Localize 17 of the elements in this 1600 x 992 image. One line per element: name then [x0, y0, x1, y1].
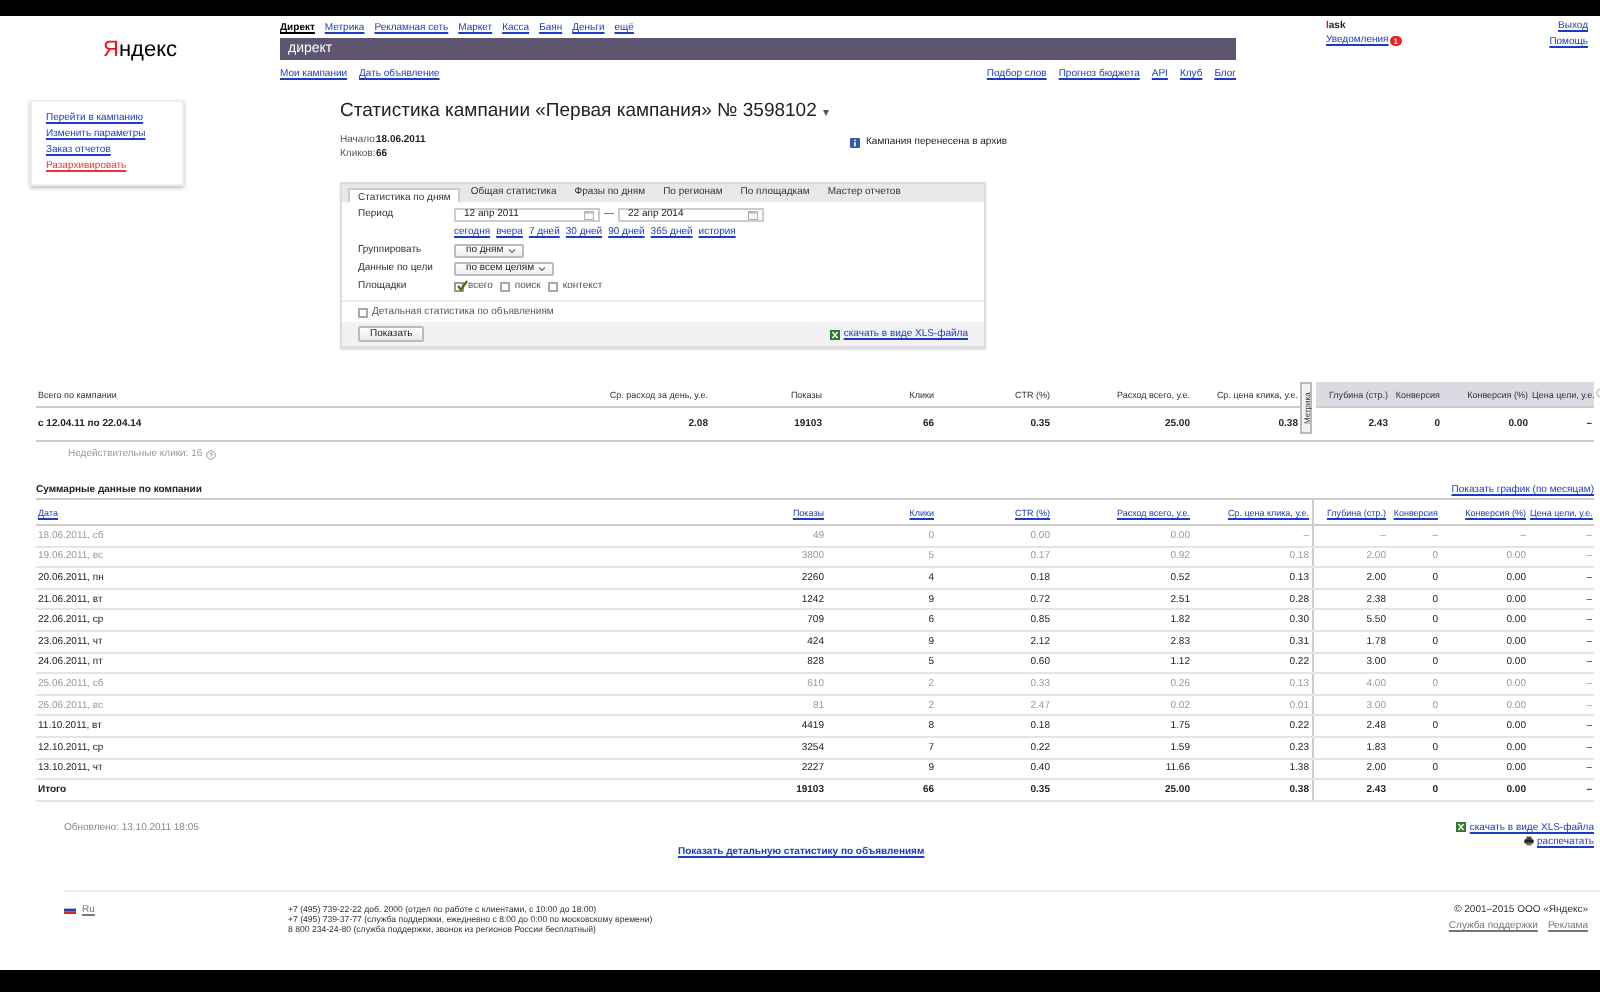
info-icon — [850, 137, 860, 147]
calendar-icon — [584, 209, 594, 219]
calendar-icon — [748, 209, 758, 219]
printer-icon — [1523, 836, 1534, 847]
spreadsheet-icon — [1455, 822, 1466, 833]
help-icon — [206, 449, 217, 459]
spreadsheet-icon — [829, 329, 840, 339]
checkbox[interactable] — [548, 281, 559, 291]
checkbox[interactable] — [358, 307, 368, 317]
checkbox[interactable] — [500, 281, 511, 291]
caret-icon — [538, 265, 547, 271]
caret-icon — [507, 247, 516, 253]
checkmark-icon — [455, 280, 467, 292]
page-title: Статистика кампании «Первая кампания» № 3598102 — [340, 100, 817, 122]
checkbox[interactable] — [454, 281, 464, 291]
flag-icon — [64, 905, 76, 914]
yandex-logo[interactable]: Яндекс — [103, 38, 177, 64]
